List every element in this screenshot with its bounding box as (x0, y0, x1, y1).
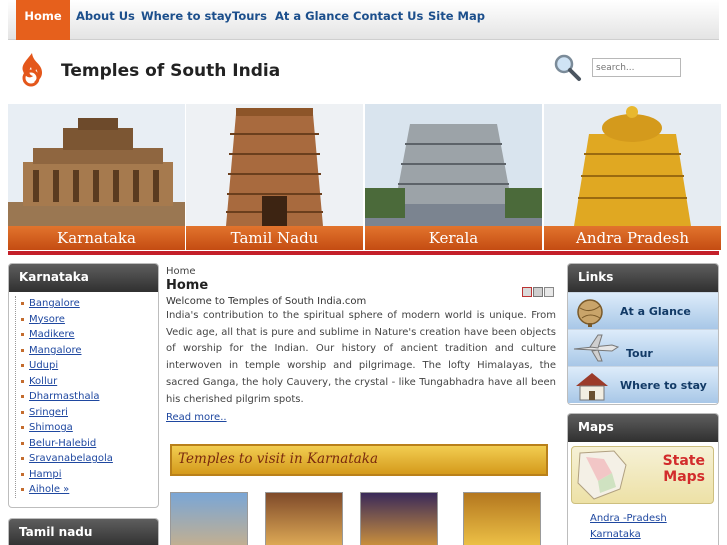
temple-thumbnail[interactable] (360, 492, 438, 545)
nav-tours[interactable]: Tours (227, 0, 272, 40)
pdf-icon[interactable] (522, 287, 532, 297)
banner-panel-andra-pradesh[interactable]: Andra Pradesh (544, 104, 721, 250)
city-link[interactable]: Madikere (19, 327, 158, 343)
link-tour[interactable]: Tour (568, 329, 718, 366)
read-more-link[interactable]: Read more.. (166, 412, 558, 423)
maps-image-text: Maps (663, 469, 705, 485)
nav-home[interactable]: Home (16, 0, 70, 40)
page-tools (521, 287, 554, 300)
link-where-to-stay[interactable]: Where to stay (568, 366, 718, 403)
nav-about-us[interactable]: About Us (71, 0, 140, 40)
link-label: Tour (626, 347, 653, 360)
temple-thumbnail[interactable] (463, 492, 541, 545)
state-banner: Karnataka Tamil Nadu Kerala Andra Prades… (8, 104, 721, 255)
house-icon (576, 373, 608, 401)
city-link[interactable]: Sringeri (19, 405, 158, 421)
maps-image-text: State (662, 453, 705, 469)
city-link[interactable]: Bangalore (19, 296, 158, 312)
city-link[interactable]: Mysore (19, 312, 158, 328)
maps-title: Maps (568, 414, 718, 442)
link-label: Where to stay (620, 379, 707, 392)
main-content: Home Home Welcome to Temples of South In… (166, 266, 558, 545)
links-title: Links (568, 264, 718, 292)
links-box: Links At a Glance Tour Where to stay (567, 263, 719, 405)
map-link-karnataka[interactable]: Karnataka (590, 529, 641, 540)
print-icon[interactable] (533, 287, 543, 297)
temple-thumbnail[interactable] (170, 492, 248, 545)
city-link[interactable]: Sravanabelagola (19, 451, 158, 467)
page-title: Home (166, 278, 209, 293)
link-label: At a Glance (620, 305, 691, 318)
city-link[interactable]: Aihole » (19, 482, 158, 498)
nav-contact-us[interactable]: Contact Us (348, 0, 428, 40)
map-icon (577, 450, 627, 500)
banner-caption: Andra Pradesh (544, 226, 721, 250)
globe-icon (577, 299, 603, 327)
city-link[interactable]: Shimoga (19, 420, 158, 436)
intro-paragraph: India's contribution to the spiritual sp… (166, 310, 556, 405)
banner-divider (8, 251, 719, 255)
search-icon[interactable] (552, 52, 582, 82)
tamil-nadu-menu-title: Tamil nadu (9, 519, 158, 545)
karnataka-city-list: Bangalore Mysore Madikere Mangalore Udup… (15, 296, 158, 498)
link-at-a-glance[interactable]: At a Glance (568, 292, 718, 329)
map-link-andra-pradesh[interactable]: Andra -Pradesh (590, 513, 667, 524)
state-maps-image[interactable]: State Maps (571, 446, 714, 504)
temple-thumbnail[interactable] (265, 492, 343, 545)
city-link[interactable]: Dharmasthala (19, 389, 158, 405)
site-header: Temples of South India (8, 41, 719, 103)
banner-caption: Karnataka (8, 226, 185, 250)
karnataka-menu-title: Karnataka (9, 264, 158, 292)
banner-panel-karnataka[interactable]: Karnataka (8, 104, 185, 250)
welcome-text: Welcome to Temples of South India.com (166, 296, 367, 307)
karnataka-menu: Karnataka Bangalore Mysore Madikere Mang… (8, 263, 159, 508)
banner-panel-kerala[interactable]: Kerala (365, 104, 542, 250)
site-title[interactable]: Temples of South India (61, 61, 280, 81)
search-input[interactable] (592, 58, 681, 77)
banner-panel-tamil-nadu[interactable]: Tamil Nadu (186, 104, 363, 250)
email-icon[interactable] (544, 287, 554, 297)
airplane-icon (573, 334, 620, 362)
city-link[interactable]: Hampi (19, 467, 158, 483)
city-link[interactable]: Belur-Halebid (19, 436, 158, 452)
top-navigation: Home About Us Where to stay Tours At a G… (8, 0, 719, 40)
nav-site-map[interactable]: Site Map (423, 0, 490, 40)
city-link[interactable]: Udupi (19, 358, 158, 374)
tamil-nadu-menu: Tamil nadu (8, 518, 159, 545)
temples-to-visit-banner: Temples to visit in Karnataka (170, 444, 548, 476)
city-link[interactable]: Kollur (19, 374, 158, 390)
breadcrumb: Home (166, 266, 196, 277)
city-link[interactable]: Mangalore (19, 343, 158, 359)
banner-caption: Kerala (365, 226, 542, 250)
banner-caption: Tamil Nadu (186, 226, 363, 250)
flame-logo-icon (22, 53, 43, 87)
maps-box: Maps State Maps Andra -Pradesh Karnataka (567, 413, 719, 545)
temples-to-visit-title: Temples to visit in Karnataka (178, 451, 379, 467)
nav-where-to-stay[interactable]: Where to stay (136, 0, 237, 40)
nav-at-a-glance[interactable]: At a Glance (270, 0, 354, 40)
